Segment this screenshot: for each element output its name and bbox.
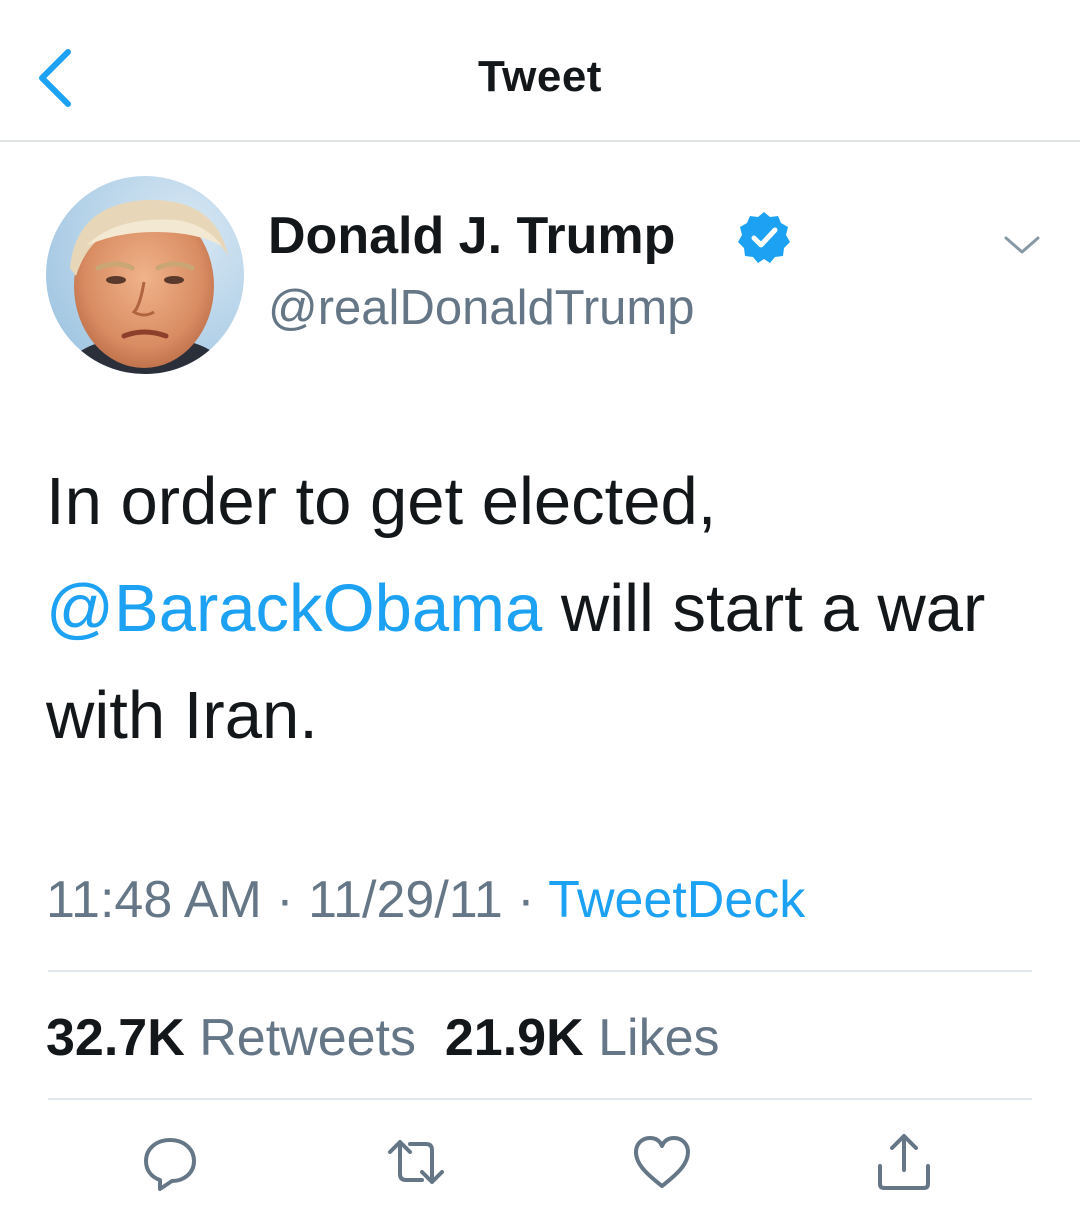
meta-separator: · xyxy=(502,871,549,929)
display-name[interactable]: Donald J. Trump xyxy=(268,206,675,266)
verified-badge-icon xyxy=(737,210,791,264)
more-options-button[interactable] xyxy=(1000,230,1044,260)
likes-label: Likes xyxy=(598,1009,720,1067)
retweets-stat[interactable]: 32.7K Retweets xyxy=(46,1009,416,1067)
meta-separator: · xyxy=(261,871,309,929)
user-handle[interactable]: @realDonaldTrump xyxy=(268,280,694,336)
retweet-button[interactable] xyxy=(384,1130,448,1194)
tweet-text: In order to get elected, @BarackObama wil… xyxy=(46,448,1036,769)
divider xyxy=(48,1098,1032,1100)
divider xyxy=(48,970,1032,972)
chevron-down-icon xyxy=(1004,236,1040,254)
retweet-icon xyxy=(388,1140,444,1184)
tweet-meta: 11:48 AM · 11/29/11 · TweetDeck xyxy=(46,870,805,930)
tweet-text-part1: In order to get elected, xyxy=(46,464,717,539)
reply-icon xyxy=(144,1138,196,1191)
avatar-image xyxy=(46,176,244,374)
page-title: Tweet xyxy=(478,52,602,101)
share-button[interactable] xyxy=(872,1130,936,1194)
likes-stat[interactable]: 21.9K Likes xyxy=(445,1009,720,1067)
reply-button[interactable] xyxy=(138,1130,202,1194)
engagement-stats: 32.7K Retweets 21.9K Likes xyxy=(46,1008,720,1068)
mention-link[interactable]: @BarackObama xyxy=(46,571,542,646)
heart-icon xyxy=(634,1136,690,1188)
like-button[interactable] xyxy=(630,1130,694,1194)
tweet-time: 11:48 AM xyxy=(46,871,262,929)
share-icon xyxy=(878,1134,930,1190)
top-nav-bar: Tweet xyxy=(0,0,1080,142)
likes-count: 21.9K xyxy=(444,1009,584,1067)
tweet-date: 11/29/11 xyxy=(308,871,503,929)
avatar[interactable] xyxy=(46,176,244,374)
retweets-label: Retweets xyxy=(199,1009,416,1067)
tweet-source-link[interactable]: TweetDeck xyxy=(548,871,805,929)
retweets-count: 32.7K xyxy=(46,1009,185,1067)
